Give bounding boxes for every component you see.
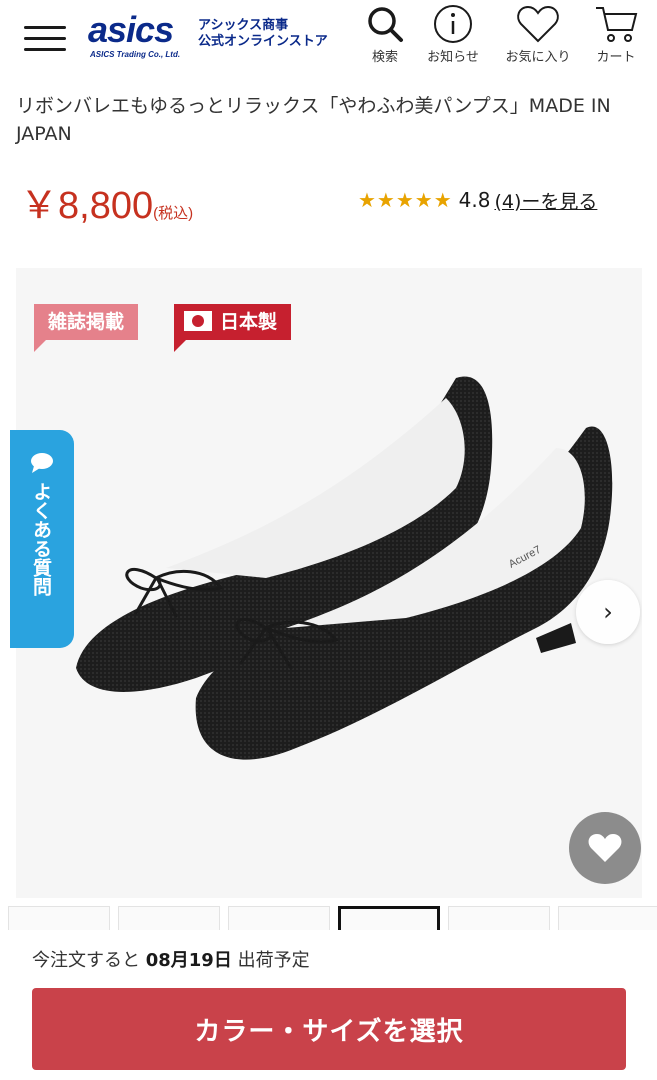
reviews-link[interactable]: (4)ーを見る [494,187,597,214]
logo-subtitle: ASICS Trading Co., Ltd. [90,50,181,59]
thumbnail[interactable] [8,906,110,932]
price-value: ￥8,800 [20,185,154,227]
rating-score: 4.8 [458,188,491,212]
store-name-line2: 公式オンラインストア [198,34,328,49]
price-tax-label: (税込) [153,205,194,222]
info-icon [434,5,472,43]
product-title: リボンバレエもゆるっとリラックス「やわふわ美パンプス」MADE IN JAPAN [16,95,611,145]
asics-logo[interactable]: asics ASICS Trading Co., Ltd. [88,10,188,62]
site-header: asics ASICS Trading Co., Ltd. アシックス商事 公式… [0,0,657,84]
faq-label: よくある質問 [30,482,52,596]
search-nav[interactable]: 検索 [360,4,410,68]
store-name: アシックス商事 公式オンラインストア [198,18,328,50]
cart-nav[interactable]: カート [586,4,646,68]
shipping-estimate: 今注文すると 08月19日 出荷予定 [32,946,310,972]
menu-icon[interactable] [24,26,66,52]
rating-stars-icon: ★★★★★ [358,188,453,212]
faq-tab[interactable]: よくある質問 [10,430,74,648]
logo-wordmark: asics [88,9,174,50]
thumbnail[interactable] [228,906,330,932]
japan-flag-icon [184,310,212,331]
search-icon [368,7,403,42]
next-image-button[interactable]: › [576,580,640,644]
store-name-line1: アシックス商事 [198,18,289,33]
magazine-badge: 雑誌掲載 [34,304,139,352]
purchase-bar: 今注文すると 08月19日 出荷予定 カラー・サイズを選択 [0,930,657,1080]
thumbnail-strip [0,906,657,932]
thumbnail[interactable] [558,906,657,932]
heart-icon [588,834,622,862]
thumbnail[interactable] [448,906,550,932]
ship-date: 08月19日 [145,950,232,971]
cart-label: カート [596,50,636,65]
ship-suffix: 出荷予定 [237,950,310,971]
product-image: Acure7 [76,376,613,760]
product-gallery[interactable]: Acure7 雑誌掲載 日本製 › [16,268,642,898]
add-favorite-button[interactable] [569,812,641,884]
notice-label: お知らせ [427,50,479,65]
ship-prefix: 今注文すると [32,950,140,971]
product-price: ￥8,800(税込) [20,182,193,238]
search-label: 検索 [371,50,398,65]
chat-bubble-icon [31,453,53,473]
product-rating: ★★★★★ 4.8 (4)ーを見る [358,184,597,216]
made-in-japan-badge: 日本製 [174,304,292,352]
made-in-japan-label: 日本製 [220,311,278,333]
select-color-size-button[interactable]: カラー・サイズを選択 [32,988,626,1070]
thumbnail[interactable] [118,906,220,932]
thumbnail-active[interactable] [338,906,440,932]
favorites-label: お気に入り [505,50,571,65]
favorites-nav[interactable]: お気に入り [498,4,578,68]
cart-icon [596,7,638,42]
notice-nav[interactable]: お知らせ [420,4,486,68]
heart-icon [517,5,559,43]
